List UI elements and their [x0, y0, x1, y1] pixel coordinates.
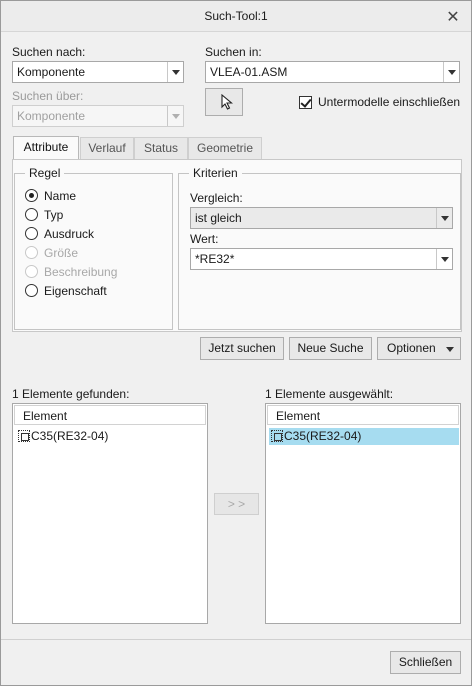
search-for-select[interactable]: Komponente: [12, 61, 184, 83]
search-in-value: VLEA-01.ASM: [210, 65, 288, 79]
rule-option-label: Typ: [44, 208, 64, 222]
chevron-down-icon[interactable]: [436, 208, 452, 228]
radio-ausdruck[interactable]: [25, 227, 38, 240]
rule-option-label: Größe: [44, 246, 79, 260]
rule-option-groesse: Größe: [25, 245, 165, 261]
criteria-group: Kriterien Vergleich: ist gleich Wert: *R…: [178, 166, 461, 330]
search-in-label: Suchen in:: [205, 45, 262, 59]
chevron-down-icon[interactable]: [167, 62, 183, 82]
search-in-select[interactable]: VLEA-01.ASM: [205, 61, 460, 83]
options-label: Optionen: [387, 341, 436, 355]
options-button[interactable]: Optionen: [377, 337, 461, 360]
chevron-down-icon[interactable]: [443, 62, 459, 82]
found-column-header[interactable]: Element: [14, 405, 206, 425]
value-input[interactable]: *RE32*: [195, 252, 234, 266]
rule-group: Regel Name Typ Ausdruck Größe Beschreibu…: [14, 166, 173, 330]
include-submodels-checkbox[interactable]: [299, 96, 312, 109]
include-submodels-label: Untermodelle einschließen: [318, 95, 461, 109]
compare-value: ist gleich: [195, 211, 242, 225]
rule-legend: Regel: [25, 166, 65, 180]
list-item[interactable]: C35(RE32-04): [16, 428, 204, 445]
rule-option-typ[interactable]: Typ: [25, 207, 165, 223]
close-button[interactable]: Schließen: [390, 651, 461, 674]
rule-option-label: Ausdruck: [44, 227, 95, 241]
chevron-down-icon: [167, 106, 183, 126]
search-now-button[interactable]: Jetzt suchen: [200, 337, 284, 360]
search-via-label: Suchen über:: [12, 89, 84, 103]
component-icon: [271, 430, 283, 442]
search-via-value: Komponente: [17, 109, 86, 123]
transfer-button[interactable]: > >: [214, 493, 259, 515]
list-item-label: C35(RE32-04): [31, 429, 109, 443]
cursor-arrow-icon: [221, 94, 233, 110]
tab-geometrie[interactable]: Geometrie: [188, 137, 262, 160]
found-count-label: 1 Elemente gefunden:: [12, 387, 130, 401]
radio-typ[interactable]: [25, 208, 38, 221]
search-for-label: Suchen nach:: [12, 45, 86, 59]
new-search-button[interactable]: Neue Suche: [289, 337, 372, 360]
selected-count-label: 1 Elemente ausgewählt:: [265, 387, 394, 401]
tab-attribute[interactable]: Attribute: [13, 136, 79, 161]
title-bar: Such-Tool:1 ✕: [1, 1, 471, 32]
close-icon[interactable]: ✕: [445, 7, 461, 27]
criteria-legend: Kriterien: [189, 166, 242, 180]
search-tool-dialog: Such-Tool:1 ✕ Suchen nach: Komponente Su…: [0, 0, 472, 686]
list-item[interactable]: C35(RE32-04): [269, 428, 459, 445]
radio-beschreibung: [25, 265, 38, 278]
caret-down-icon: [446, 347, 454, 352]
list-item-label: C35(RE32-04): [284, 429, 362, 443]
rule-option-label: Beschreibung: [44, 265, 118, 279]
selected-column-header[interactable]: Element: [267, 405, 459, 425]
rule-option-eigenschaft[interactable]: Eigenschaft: [25, 283, 165, 299]
radio-name[interactable]: [25, 189, 38, 202]
rule-option-label: Name: [44, 189, 77, 203]
selected-column-label: Element: [276, 409, 321, 423]
search-for-value: Komponente: [17, 65, 86, 79]
attribute-tab-panel: Regel Name Typ Ausdruck Größe Beschreibu…: [12, 159, 462, 332]
chevron-down-icon[interactable]: [436, 249, 452, 269]
value-label: Wert:: [190, 232, 219, 246]
rule-option-ausdruck[interactable]: Ausdruck: [25, 226, 165, 242]
window-title: Such-Tool:1: [204, 9, 268, 23]
rule-option-beschreibung: Beschreibung: [25, 264, 165, 280]
tab-status[interactable]: Status: [134, 137, 188, 160]
found-column-label: Element: [23, 409, 68, 423]
found-list[interactable]: Element C35(RE32-04): [12, 403, 208, 624]
tab-verlauf[interactable]: Verlauf: [80, 137, 134, 160]
compare-label: Vergleich:: [190, 191, 243, 205]
radio-groesse: [25, 246, 38, 259]
search-via-select[interactable]: Komponente: [12, 105, 184, 127]
pick-model-button[interactable]: [205, 88, 243, 116]
selected-list[interactable]: Element C35(RE32-04): [265, 403, 461, 624]
component-icon: [18, 430, 30, 442]
value-combo[interactable]: *RE32*: [190, 248, 453, 270]
rule-option-name[interactable]: Name: [25, 188, 165, 204]
compare-select[interactable]: ist gleich: [190, 207, 453, 229]
rule-option-label: Eigenschaft: [44, 284, 107, 298]
radio-eigenschaft[interactable]: [25, 284, 38, 297]
footer-divider: [1, 639, 471, 640]
